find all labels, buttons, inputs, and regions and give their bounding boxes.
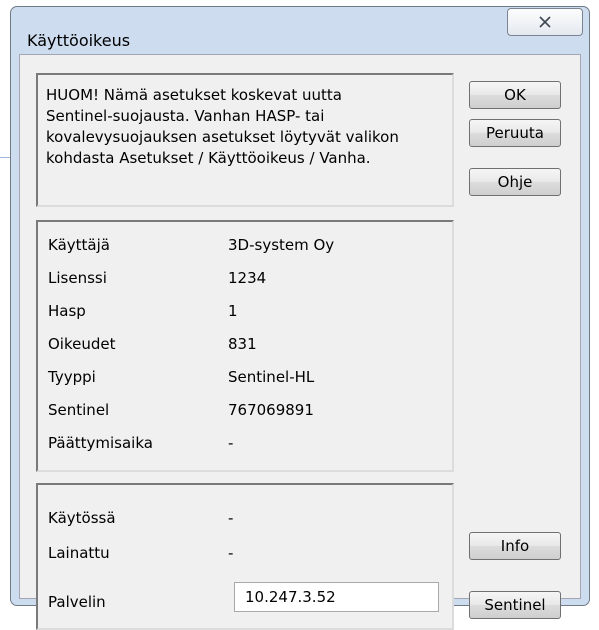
notice-panel: HUOM! Nämä asetukset koskevat uutta Sent… <box>36 73 454 207</box>
info-row-hasp: Hasp 1 <box>38 300 452 324</box>
sentinel-value: 767069891 <box>228 401 314 419</box>
dialog-client-area: HUOM! Nämä asetukset koskevat uutta Sent… <box>19 54 581 630</box>
hasp-value: 1 <box>228 302 238 320</box>
close-button[interactable] <box>507 8 583 36</box>
loaned-label: Lainattu <box>48 544 110 562</box>
in-use-value: - <box>228 509 234 527</box>
in-use-label: Käytössä <box>48 509 116 527</box>
user-value: 3D-system Oy <box>228 236 335 254</box>
info-button[interactable]: Info <box>469 532 561 560</box>
expiry-label: Päättymisaika <box>48 434 153 452</box>
ok-button[interactable]: OK <box>469 81 561 109</box>
sentinel-label: Sentinel <box>48 401 110 419</box>
user-label: Käyttäjä <box>48 236 110 254</box>
help-button[interactable]: Ohje <box>469 168 561 196</box>
info-row-sentinel: Sentinel 767069891 <box>38 399 452 423</box>
status-row-loaned: Lainattu - <box>38 542 452 566</box>
license-info-panel: Käyttäjä 3D-system Oy Lisenssi 1234 Hasp… <box>36 220 454 472</box>
notice-text: HUOM! Nämä asetukset koskevat uutta Sent… <box>46 86 399 167</box>
close-x-icon <box>539 16 551 28</box>
status-row-in-use: Käytössä - <box>38 507 452 531</box>
sentinel-button[interactable]: Sentinel <box>469 591 561 619</box>
type-label: Tyyppi <box>48 368 96 386</box>
license-label: Lisenssi <box>48 269 107 287</box>
license-value: 1234 <box>228 269 267 287</box>
rights-label: Oikeudet <box>48 335 116 353</box>
cancel-button[interactable]: Peruuta <box>469 119 561 147</box>
loaned-value: - <box>228 544 234 562</box>
info-row-license: Lisenssi 1234 <box>38 267 452 291</box>
status-panel: Käytössä - Lainattu - Palvelin <box>36 483 454 630</box>
info-row-rights: Oikeudet 831 <box>38 333 452 357</box>
license-dialog: Käyttöoikeus HUOM! Nämä asetukset koskev… <box>10 6 590 630</box>
info-row-type: Tyyppi Sentinel-HL <box>38 366 452 390</box>
window-title: Käyttöoikeus <box>27 31 131 50</box>
server-input[interactable] <box>234 582 439 612</box>
info-row-expiry: Päättymisaika - <box>38 432 452 456</box>
server-label: Palvelin <box>48 593 106 611</box>
rights-value: 831 <box>228 335 257 353</box>
expiry-value: - <box>228 434 234 452</box>
hasp-label: Hasp <box>48 302 86 320</box>
title-bar: Käyttöoikeus <box>11 7 589 50</box>
type-value: Sentinel-HL <box>228 368 315 386</box>
info-row-user: Käyttäjä 3D-system Oy <box>38 234 452 258</box>
